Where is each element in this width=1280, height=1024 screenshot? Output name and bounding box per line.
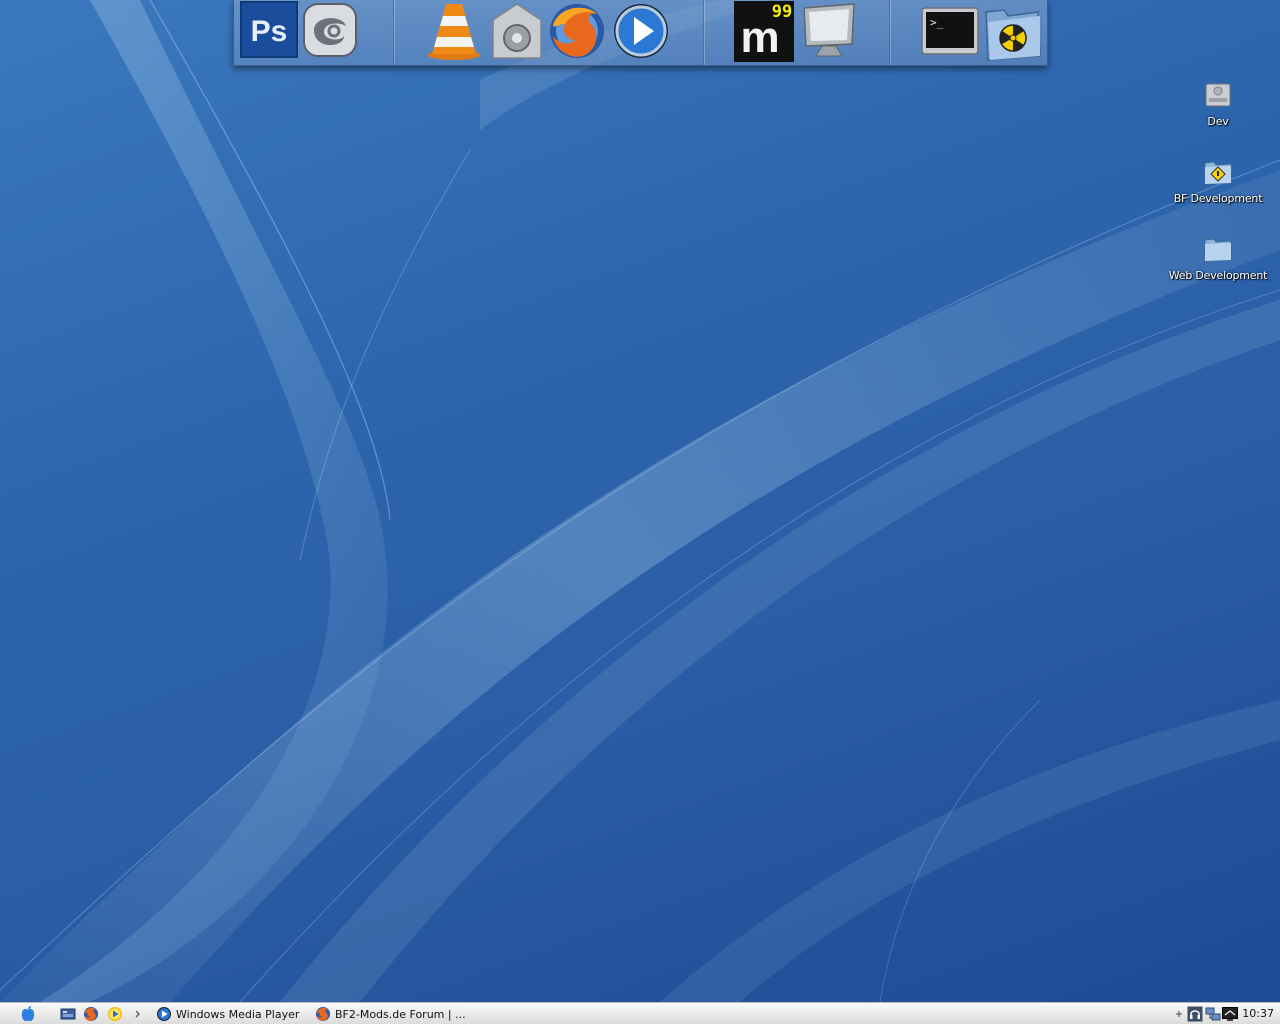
desktop-icon-label: Dev bbox=[1207, 115, 1229, 128]
network-icon[interactable] bbox=[1205, 1006, 1221, 1022]
monitor-icon[interactable] bbox=[796, 0, 860, 62]
taskbar-button-bf2-mods-forum[interactable]: BF2-Mods.de Forum | ... bbox=[315, 1004, 475, 1024]
show-desktop-icon[interactable] bbox=[60, 1006, 76, 1022]
firewall-safe-icon[interactable] bbox=[487, 0, 547, 62]
terminal-icon[interactable]: >_ bbox=[920, 0, 980, 62]
svg-text:Ps: Ps bbox=[251, 15, 288, 48]
burn-folder-icon[interactable] bbox=[982, 0, 1044, 62]
folder-icon bbox=[1204, 238, 1232, 262]
apple-start-icon[interactable] bbox=[19, 1005, 37, 1023]
hard-drive-icon bbox=[1205, 83, 1231, 107]
photoshop-icon[interactable]: Ps bbox=[239, 0, 299, 62]
headset-icon[interactable] bbox=[1187, 1006, 1203, 1022]
monitor-tray-icon[interactable] bbox=[1222, 1006, 1238, 1022]
vlc-icon[interactable] bbox=[424, 0, 484, 62]
meedio-icon[interactable]: m 99 bbox=[732, 0, 796, 62]
meedio-badge: 99 bbox=[772, 2, 792, 22]
dock-separator bbox=[889, 0, 890, 65]
dock-separator bbox=[703, 0, 704, 65]
media-player-icon[interactable] bbox=[611, 0, 671, 62]
desktop-icon-web-development[interactable]: Web Development bbox=[1168, 232, 1268, 283]
desktop-icon-label: BF Development bbox=[1173, 192, 1263, 205]
3ds-max-icon[interactable] bbox=[300, 0, 360, 62]
taskbar: Windows Media Player BF2-Mods.de Forum |… bbox=[0, 1002, 1280, 1024]
chevron-right-icon[interactable] bbox=[134, 1006, 142, 1022]
terminal-prompt: >_ bbox=[930, 16, 944, 29]
plus-icon[interactable] bbox=[1174, 1006, 1184, 1022]
taskbar-button-label: BF2-Mods.de Forum | ... bbox=[335, 1007, 466, 1021]
desktop-icon-bf-development[interactable]: BF Development bbox=[1168, 155, 1268, 206]
folder-warning-icon bbox=[1204, 161, 1232, 185]
desktop-icon-dev[interactable]: Dev bbox=[1168, 78, 1268, 129]
taskbar-button-label: Windows Media Player bbox=[176, 1007, 300, 1021]
taskbar-button-windows-media-player[interactable]: Windows Media Player bbox=[156, 1004, 306, 1024]
media-player-icon[interactable] bbox=[107, 1006, 123, 1022]
desktop-icon-label: Web Development bbox=[1168, 269, 1268, 282]
media-player-icon bbox=[157, 1007, 171, 1021]
firefox-icon[interactable] bbox=[547, 0, 607, 62]
clock[interactable]: 10:37 bbox=[1242, 1007, 1274, 1020]
dock-separator bbox=[393, 0, 394, 65]
firefox-icon bbox=[316, 1007, 330, 1021]
desktop-wallpaper bbox=[0, 0, 1280, 1002]
firefox-icon[interactable] bbox=[83, 1006, 99, 1022]
application-dock: Ps m 99 >_ bbox=[233, 0, 1048, 66]
